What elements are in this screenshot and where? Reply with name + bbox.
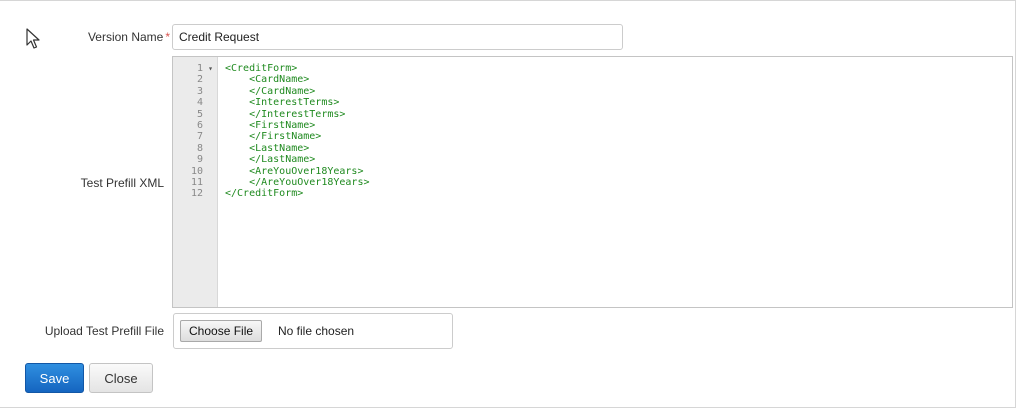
line-number: 5 [173, 109, 217, 120]
code-line: <CreditForm> [225, 63, 298, 74]
line-number-text: 1 [196, 63, 203, 74]
line-number-text: 11 [190, 176, 203, 188]
line-number: 10 [173, 166, 217, 177]
xml-code-editor[interactable]: 1 ▾ 2 3 4 5 6 7 8 9 10 11 12 <CreditForm> <CardName>… [172, 56, 1013, 308]
line-number-text: 12 [190, 188, 203, 200]
line-number: 12 [173, 188, 217, 199]
editor-gutter: 1 ▾ 2 3 4 5 6 7 8 9 10 11 12 [173, 57, 218, 307]
line-number: 9 [173, 154, 217, 165]
line-number: 3 [173, 86, 217, 97]
code-line: </AreYouOver18Years> [225, 176, 370, 188]
line-number: 6 [173, 120, 217, 131]
no-file-chosen-text: No file chosen [278, 324, 355, 338]
code-line: </CreditForm> [225, 188, 304, 200]
code-line: <AreYouOver18Years> [225, 165, 364, 177]
version-name-input[interactable] [172, 24, 623, 50]
line-number-text: 6 [196, 119, 203, 131]
mouse-pointer-icon [26, 28, 40, 49]
line-number: 1 ▾ [173, 63, 217, 74]
file-upload-field[interactable]: Choose File No file chosen [173, 313, 453, 349]
code-line: </CardName> [225, 85, 316, 97]
code-line: <LastName> [225, 142, 310, 154]
line-number-text: 7 [196, 131, 203, 143]
code-line: </FirstName> [225, 131, 322, 143]
code-line: <CardName> [225, 74, 310, 86]
line-number: 7 [173, 131, 217, 142]
close-button[interactable]: Close [89, 363, 153, 393]
required-marker: * [165, 30, 170, 44]
line-number: 4 [173, 97, 217, 108]
code-line: </InterestTerms> [225, 108, 346, 120]
line-number-text: 9 [196, 154, 203, 166]
line-number: 8 [173, 143, 217, 154]
line-number: 11 [173, 177, 217, 188]
version-name-label-text: Version Name [87, 30, 164, 44]
upload-test-prefill-file-label: Upload Test Prefill File [44, 324, 164, 338]
line-number-text: 10 [190, 165, 203, 177]
fold-toggle-icon[interactable]: ▾ [208, 63, 213, 74]
line-number-text: 3 [196, 85, 203, 97]
test-prefill-xml-label: Test Prefill XML [80, 176, 164, 190]
editor-code-area[interactable]: <CreditForm> <CardName> </CardName> <Int… [225, 63, 1012, 200]
save-button[interactable]: Save [25, 363, 84, 393]
line-number: 2 [173, 74, 217, 85]
code-line: <FirstName> [225, 119, 316, 131]
line-number-text: 4 [196, 97, 203, 109]
choose-file-button[interactable]: Choose File [180, 320, 263, 342]
line-number-text: 8 [196, 142, 203, 154]
code-line: <InterestTerms> [225, 97, 340, 109]
line-number-text: 5 [196, 108, 203, 120]
line-number-text: 2 [196, 74, 203, 86]
code-line: </LastName> [225, 154, 316, 166]
version-name-label: Version Name * [60, 30, 170, 44]
